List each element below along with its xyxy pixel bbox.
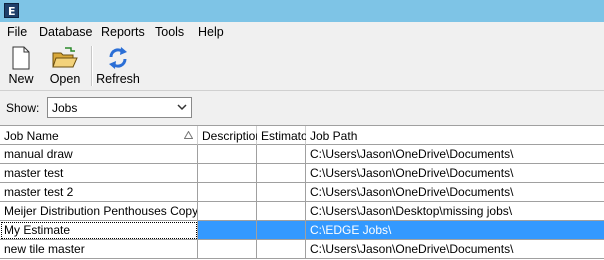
description-cell[interactable]: [198, 164, 257, 183]
job-path-text: C:\Users\Jason\OneDrive\Documents\: [310, 185, 514, 199]
job-name-text: manual draw: [4, 147, 73, 161]
description-cell[interactable]: [198, 240, 257, 259]
job-name-cell[interactable]: manual draw: [0, 145, 198, 164]
menu-file[interactable]: File: [7, 25, 27, 39]
job-name-text: master test: [4, 166, 64, 180]
open-button[interactable]: Open: [45, 42, 85, 90]
estimator-cell[interactable]: [257, 164, 306, 183]
jobs-grid: Job Name Description Estimator Job Path …: [0, 125, 604, 260]
job-path-cell[interactable]: C:\Users\Jason\OneDrive\Documents\: [306, 183, 604, 202]
description-cell[interactable]: [198, 145, 257, 164]
toolbar: New Open Refresh: [0, 42, 604, 91]
filter-bar: Show: Jobs: [0, 91, 604, 125]
table-row[interactable]: manual draw C:\Users\Jason\OneDrive\Docu…: [0, 145, 604, 164]
column-header-label: Job Path: [310, 129, 358, 143]
open-label: Open: [49, 72, 81, 86]
job-name-cell[interactable]: master test: [0, 164, 198, 183]
job-path-text: C:\Users\Jason\OneDrive\Documents\: [310, 166, 514, 180]
job-path-text: C:\Users\Jason\Desktop\missing jobs\: [310, 204, 513, 218]
job-name-cell[interactable]: new tile master: [0, 240, 198, 259]
table-row[interactable]: master test 2 C:\Users\Jason\OneDrive\Do…: [0, 183, 604, 202]
menu-help[interactable]: Help: [198, 25, 224, 39]
estimator-cell[interactable]: [257, 221, 306, 240]
column-header-job-name[interactable]: Job Name: [0, 126, 198, 145]
job-name-text: Meijer Distribution Penthouses Copy: [4, 204, 198, 218]
title-bar: E: [0, 0, 604, 22]
job-path-cell[interactable]: C:\Users\Jason\OneDrive\Documents\: [306, 240, 604, 259]
job-name-cell[interactable]: Meijer Distribution Penthouses Copy: [0, 202, 198, 221]
job-path-cell[interactable]: C:\Users\Jason\OneDrive\Documents\: [306, 164, 604, 183]
description-cell[interactable]: [198, 183, 257, 202]
table-row[interactable]: Meijer Distribution Penthouses Copy C:\U…: [0, 202, 604, 221]
new-label: New: [8, 72, 34, 86]
column-header-label: Estimator: [261, 129, 312, 143]
job-name-cell[interactable]: master test 2: [0, 183, 198, 202]
table-row[interactable]: new tile master C:\Users\Jason\OneDrive\…: [0, 240, 604, 259]
estimator-cell[interactable]: [257, 202, 306, 221]
job-name-cell[interactable]: My Estimate: [0, 221, 198, 240]
job-path-cell[interactable]: C:\EDGE Jobs\: [306, 221, 604, 240]
sort-ascending-icon: [184, 131, 193, 139]
toolbar-separator: [91, 46, 93, 86]
job-name-text: master test 2: [4, 185, 74, 199]
column-header-estimator[interactable]: Estimator: [257, 126, 312, 145]
description-cell[interactable]: [198, 202, 257, 221]
estimator-cell[interactable]: [257, 240, 306, 259]
refresh-icon: [109, 47, 127, 69]
table-row[interactable]: master test C:\Users\Jason\OneDrive\Docu…: [0, 164, 604, 183]
job-path-text: C:\Users\Jason\OneDrive\Documents\: [310, 147, 514, 161]
job-path-text: C:\Users\Jason\OneDrive\Documents\: [310, 242, 514, 256]
column-header-description[interactable]: Description: [198, 126, 262, 145]
chevron-down-icon: [177, 104, 187, 111]
column-header-label: Job Name: [4, 129, 59, 143]
menu-bar: File Database Reports Tools Help: [0, 22, 604, 42]
job-path-cell[interactable]: C:\Users\Jason\OneDrive\Documents\: [306, 145, 604, 164]
show-dropdown[interactable]: Jobs: [47, 97, 192, 118]
show-dropdown-value: Jobs: [52, 101, 78, 115]
column-header-label: Description: [202, 129, 263, 143]
job-path-text: C:\EDGE Jobs\: [310, 223, 392, 237]
estimator-cell[interactable]: [257, 145, 306, 164]
job-name-text: My Estimate: [4, 223, 71, 237]
menu-database[interactable]: Database: [39, 25, 93, 39]
refresh-label: Refresh: [96, 72, 140, 86]
refresh-button[interactable]: Refresh: [96, 42, 140, 90]
menu-tools[interactable]: Tools: [155, 25, 184, 39]
app-e-icon: E: [4, 3, 19, 18]
new-document-icon: [12, 46, 30, 70]
open-folder-icon: [52, 47, 78, 68]
menu-reports[interactable]: Reports: [101, 25, 145, 39]
table-row-selected[interactable]: My Estimate C:\EDGE Jobs\: [0, 221, 604, 240]
job-path-cell[interactable]: C:\Users\Jason\Desktop\missing jobs\: [306, 202, 604, 221]
show-label: Show:: [6, 101, 40, 115]
description-cell[interactable]: [198, 221, 257, 240]
estimator-cell[interactable]: [257, 183, 306, 202]
column-header-job-path[interactable]: Job Path: [306, 126, 604, 145]
job-name-text: new tile master: [4, 242, 85, 256]
new-button[interactable]: New: [3, 42, 39, 90]
